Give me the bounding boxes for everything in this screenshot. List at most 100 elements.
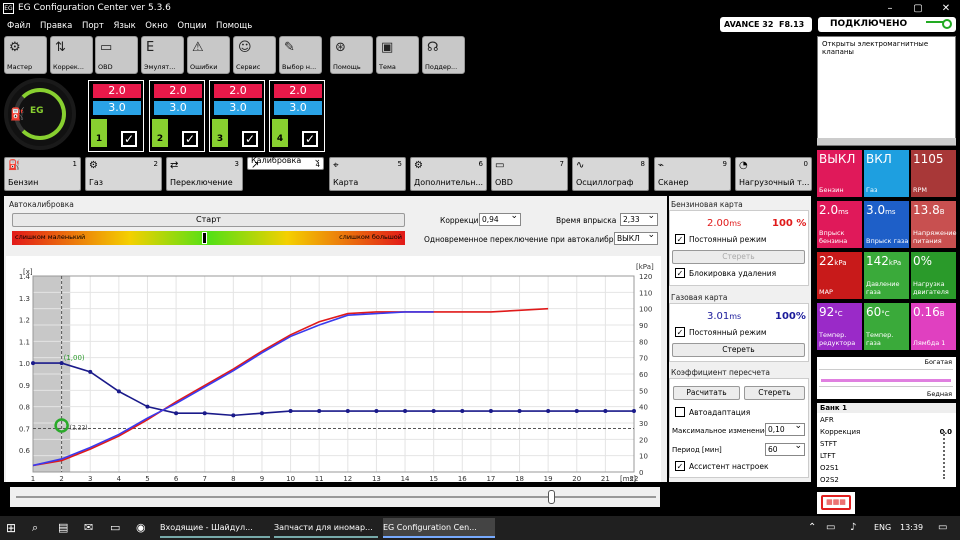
series-point [145, 404, 150, 409]
gas-erase-button[interactable]: Стереть [672, 343, 805, 357]
menu-help[interactable]: Помощь [216, 18, 252, 34]
series-point [345, 409, 350, 414]
menu-edit[interactable]: Правка [40, 18, 72, 34]
calculate-button[interactable]: Расчитать [673, 386, 740, 400]
injector-checkbox[interactable]: ✓ [302, 131, 318, 147]
toolbar-wizard-button[interactable]: ⚙ Мастер [4, 36, 47, 74]
toolbar-emulator-button[interactable]: E Эмулят... [141, 36, 184, 74]
tab-map[interactable]: ⌖ 5 Карта [329, 157, 406, 191]
tab-gas[interactable]: ⚙ 2 Газ [85, 157, 162, 191]
toolbar-support-button[interactable]: ☊ Поддер... [422, 36, 465, 74]
minimize-button[interactable]: – [876, 0, 904, 18]
task-view-icon[interactable]: ▤ [58, 518, 68, 538]
autoadapt-checkbox[interactable] [675, 407, 685, 417]
correction-label: Коррекция [440, 216, 484, 225]
search-icon[interactable]: ⌕ [32, 518, 38, 538]
simultaneous-switch-select[interactable]: ВЫКЛ [614, 230, 658, 245]
message-scrollbar[interactable] [817, 138, 956, 145]
injector-checkbox[interactable]: ✓ [242, 131, 258, 147]
series-point [202, 411, 207, 416]
tab-load-test[interactable]: ◔ 0 Нагрузочный т... [735, 157, 812, 191]
toolbar-theme-button[interactable]: ▣ Тема [376, 36, 419, 74]
mixture-marker [202, 232, 207, 244]
toolbar-correction-button[interactable]: ⇅ Коррек... [50, 36, 93, 74]
taskbar-item-browser[interactable]: Запчасти для иномар... [274, 518, 378, 538]
mail-icon[interactable]: ✉ [84, 518, 93, 538]
y-left-tick-label: 1.2 [19, 317, 30, 325]
maximize-button[interactable]: ▢ [904, 0, 932, 18]
tile-value: 0% [913, 254, 933, 268]
y-left-tick-label: 0.8 [19, 404, 30, 412]
taskbar-item-mail[interactable]: Входящие - Шайдул... [160, 518, 270, 538]
chart-slider[interactable] [10, 487, 660, 507]
close-button[interactable]: ✕ [932, 0, 960, 18]
tab-number: 0 [803, 160, 808, 168]
petrol-constant-label: Постоянный режим [689, 235, 767, 244]
tab-obd[interactable]: ▭ 7 OBD [491, 157, 568, 191]
tab-additional[interactable]: ⚙ 6 Дополнительн... [410, 157, 487, 191]
correction-select[interactable]: 0,94 [479, 211, 521, 226]
bank-row-label: O2S2 [820, 476, 839, 484]
injector-petrol-time: 2.0 [154, 84, 202, 98]
series-point [116, 389, 121, 394]
tab-petrol[interactable]: ⛽ 1 Бензин [4, 157, 81, 191]
language-indicator[interactable]: ENG [874, 518, 891, 538]
max-change-select[interactable]: 0,10 [765, 421, 805, 436]
notifications-icon[interactable]: ▭ [938, 518, 947, 538]
tab-scanner[interactable]: ⌁ 9 Сканер [654, 157, 731, 191]
toolbar-service-button[interactable]: ☺ Сервис [233, 36, 276, 74]
y-right-tick-label: 110 [639, 289, 652, 297]
tab-switching[interactable]: ⇄ 3 Переключение [166, 157, 243, 191]
network-icon[interactable]: ▭ [826, 518, 835, 538]
petrol-erase-button[interactable]: Стереть [672, 250, 805, 264]
toolbar-help-button[interactable]: ⊛ Помощь [330, 36, 373, 74]
sensor-tile: 13.8В Напряжение питания [911, 201, 957, 248]
tab-label: Осциллограф [576, 178, 634, 187]
too-small-label: слишком маленький [15, 233, 86, 241]
menu-file[interactable]: Файл [7, 18, 30, 34]
gas-percent: 100% [775, 311, 806, 322]
folder-icon[interactable]: ▭ [110, 518, 120, 538]
tab-number: 4 [315, 161, 320, 169]
tab-oscilloscope[interactable]: ∿ 8 Осциллограф [572, 157, 649, 191]
y-left-tick-label: 0.6 [19, 447, 31, 455]
menu-language[interactable]: Язык [113, 18, 135, 34]
menu-window[interactable]: Окно [145, 18, 168, 34]
start-button[interactable]: Старт [12, 213, 405, 227]
toolbar-errors-button[interactable]: ⚠ Ошибки [187, 36, 230, 74]
injector-checkbox[interactable]: ✓ [182, 131, 198, 147]
x-tick-label: 15 [429, 475, 438, 482]
gas-constant-label: Постоянный режим [689, 328, 767, 337]
lock-delete-checkbox[interactable]: ✓ [675, 268, 685, 278]
tab-label: Газ [89, 178, 104, 187]
assistant-checkbox[interactable]: ✓ [675, 461, 685, 471]
tray-up-icon[interactable]: ⌃ [808, 518, 816, 538]
taskbar-label: Входящие - Шайдул... [160, 523, 253, 532]
obd-connector-icon[interactable]: ▦▦▦ [817, 492, 855, 514]
slider-thumb[interactable] [548, 490, 555, 504]
message-panel: Открыты электромагнитные клапаны [817, 36, 956, 146]
volume-icon[interactable]: ♪ [850, 518, 856, 538]
device-version: F8.13 [779, 20, 805, 29]
clock[interactable]: 13:39 [900, 518, 923, 538]
petrol-constant-checkbox[interactable]: ✓ [675, 234, 685, 244]
tab-label: Карта [333, 178, 359, 187]
toolbar-obd-button[interactable]: ▭ OBD [95, 36, 138, 74]
connection-status[interactable]: ПОДКЛЮЧЕНО [818, 17, 956, 32]
gas-constant-checkbox[interactable]: ✓ [675, 327, 685, 337]
taskbar-item-eg[interactable]: EG Configuration Cen... [383, 518, 495, 538]
tile-value: 13.8В [913, 203, 945, 217]
windows-start-icon[interactable]: ⊞ [6, 518, 16, 538]
recalc-erase-button[interactable]: Стереть [744, 386, 805, 400]
browser-icon[interactable]: ◉ [136, 518, 146, 538]
toolbar-select-button[interactable]: ✎ Выбор н... [279, 36, 322, 74]
mixture-indicator: слишком маленький слишком большой [12, 231, 405, 245]
calibration-chart[interactable]: 1 2 3 4 5 6 7 8 9 10 11 12 13 14 15 16 17 18 19 20 21 2201020… [6, 256, 661, 482]
menu-port[interactable]: Порт [82, 18, 104, 34]
injector-checkbox[interactable]: ✓ [121, 131, 137, 147]
injection-time-select[interactable]: 2,33 [620, 211, 658, 226]
period-select[interactable]: 60 [765, 441, 805, 456]
menu-options[interactable]: Опции [177, 18, 206, 34]
tile-value: ВЫКЛ [819, 152, 856, 166]
tab-calibration[interactable]: ↗ 4 Калибровка [247, 155, 324, 171]
